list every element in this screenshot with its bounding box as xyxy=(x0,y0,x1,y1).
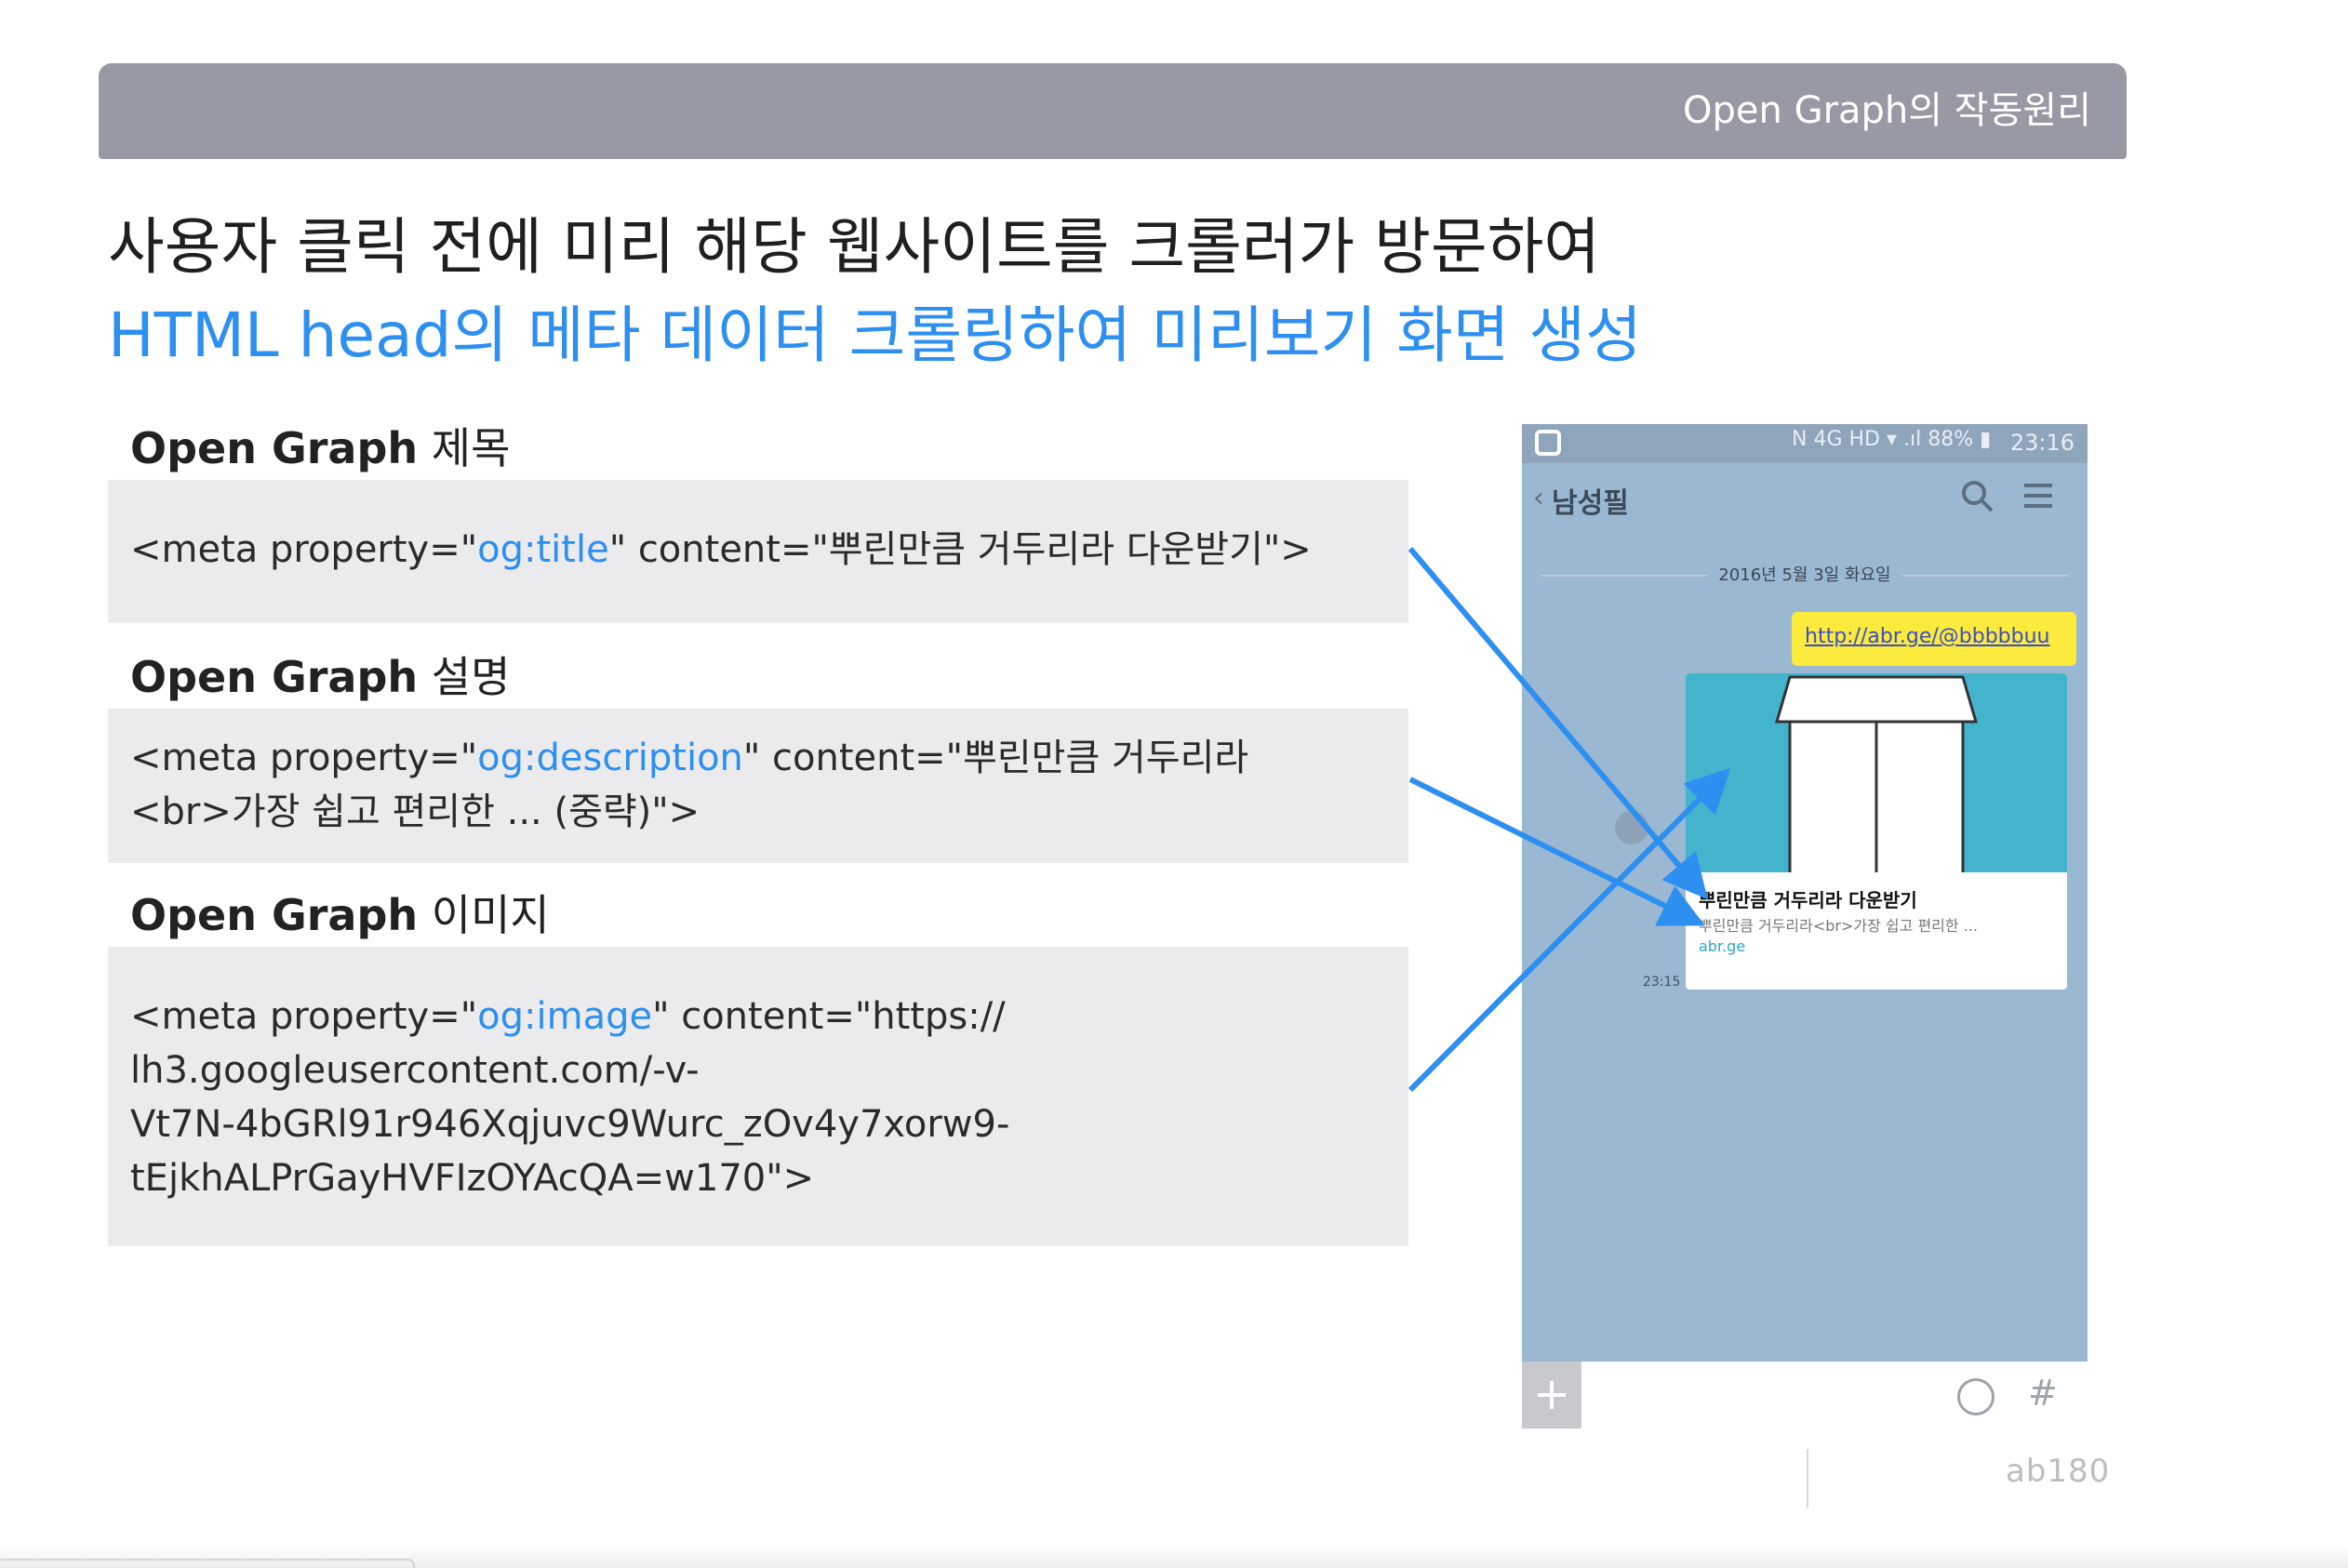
ab180-logo: ab180 xyxy=(2006,1453,2111,1490)
refrigerator-illustration xyxy=(1775,675,1978,882)
message-link[interactable]: http://abr.ge/@bbbbbuu xyxy=(1805,625,2049,648)
og-image-codebox: <meta property="og:image" content="https… xyxy=(108,947,1408,1246)
plus-button[interactable]: + xyxy=(1522,1362,1581,1428)
og-label-rest: 제목 xyxy=(418,423,511,473)
window-bottom-tab xyxy=(0,1559,415,1568)
footer-divider xyxy=(1807,1449,1808,1508)
chat-header: ‹ 남성필 xyxy=(1522,463,2088,532)
og-title-code: <meta property="og:title" content="뿌린만큼 … xyxy=(130,523,1312,577)
og-description-codebox: <meta property="og:description" content=… xyxy=(108,709,1408,863)
code-line: " content="https:// xyxy=(652,995,1006,1038)
og-label-bold: Open Graph xyxy=(130,890,419,940)
og-label-rest: 설명 xyxy=(418,652,511,702)
notification-icon xyxy=(1535,430,1561,456)
menu-icon[interactable] xyxy=(2024,484,2052,510)
og-preview-description: 뿌린만큼 거두리라<br>가장 쉽고 편리한 ... xyxy=(1699,917,1978,935)
og-label-rest: 이미지 xyxy=(418,890,550,940)
phone-screenshot: N 4G HD ▾ .ıl 88% ▮ 23:16 ‹ 남성필 2016년 5월… xyxy=(1522,424,2088,1362)
code-line: <br>가장 쉽고 편리한 ... (중략)"> xyxy=(130,791,700,833)
status-time: 23:16 xyxy=(2009,430,2075,456)
code-line: " content="뿌린만큼 거두리라 다운받기"> xyxy=(608,528,1312,571)
chat-input-bar: + # xyxy=(1522,1362,2088,1428)
message-time: 23:15 xyxy=(1643,975,1681,990)
code-line: Vt7N-4bGRl91r946Xqjuvc9Wurc_zOv4y7xorw9- xyxy=(130,1103,1010,1146)
code-line: " content="뿌린만큼 거두리라 xyxy=(742,737,1249,779)
code-line: tEjkhALPrGayHVFIzOYAcQA=w170"> xyxy=(130,1157,815,1200)
hash-icon[interactable]: # xyxy=(2028,1373,2058,1414)
headline-line2: HTML head의 메타 데이터 크롤링하여 미리보기 화면 생성 xyxy=(108,299,1642,371)
chat-date: 2016년 5월 3일 화요일 xyxy=(1707,565,1902,585)
og-preview-card[interactable]: 뿌린만큼 거두리라 다운받기 뿌린만큼 거두리라<br>가장 쉽고 편리한 ..… xyxy=(1686,673,2067,990)
og-title-codebox: <meta property="og:title" content="뿌린만큼 … xyxy=(108,480,1408,623)
code-prefix: <meta property=" xyxy=(130,995,478,1038)
og-label-bold: Open Graph xyxy=(130,423,419,473)
og-image-code: <meta property="og:image" content="https… xyxy=(130,990,1009,1205)
og-preview-title: 뿌린만큼 거두리라 다운받기 xyxy=(1699,889,1917,911)
emoji-icon[interactable] xyxy=(1957,1378,1994,1415)
search-icon[interactable] xyxy=(1959,478,1996,515)
og-description-code: <meta property="og:description" content=… xyxy=(130,731,1248,839)
og-description-property: og:description xyxy=(477,737,743,779)
og-image-property: og:image xyxy=(477,995,653,1038)
code-prefix: <meta property=" xyxy=(130,737,478,779)
phone-status-bar: N 4G HD ▾ .ıl 88% ▮ 23:16 xyxy=(1522,424,2088,463)
og-preview-domain: abr.ge xyxy=(1699,937,1746,955)
og-title-property: og:title xyxy=(477,528,609,571)
slide-header-bar: Open Graph의 작동원리 xyxy=(99,63,2127,159)
chat-room-name: 남성필 xyxy=(1552,487,1629,520)
headline-line1: 사용자 클릭 전에 미리 해당 웹사이트를 크롤러가 방문하여 xyxy=(108,211,1601,283)
date-divider: 2016년 5월 3일 화요일 xyxy=(1541,562,2069,590)
og-description-label: Open Graph 설명 xyxy=(130,644,510,705)
status-icons: N 4G HD ▾ .ıl 88% ▮ xyxy=(1792,428,1992,451)
back-chevron-icon[interactable]: ‹ xyxy=(1533,482,1544,514)
og-title-label: Open Graph 제목 xyxy=(130,415,510,476)
slide-header-title: Open Graph의 작동원리 xyxy=(1683,89,2091,132)
og-label-bold: Open Graph xyxy=(130,652,419,702)
code-line: lh3.googleusercontent.com/-v- xyxy=(130,1049,700,1092)
og-preview-image xyxy=(1686,673,2067,882)
code-prefix: <meta property=" xyxy=(130,528,478,571)
link-message-bubble[interactable]: http://abr.ge/@bbbbbuu xyxy=(1792,612,2076,666)
og-image-label: Open Graph 이미지 xyxy=(130,882,550,943)
avatar xyxy=(1615,811,1648,844)
